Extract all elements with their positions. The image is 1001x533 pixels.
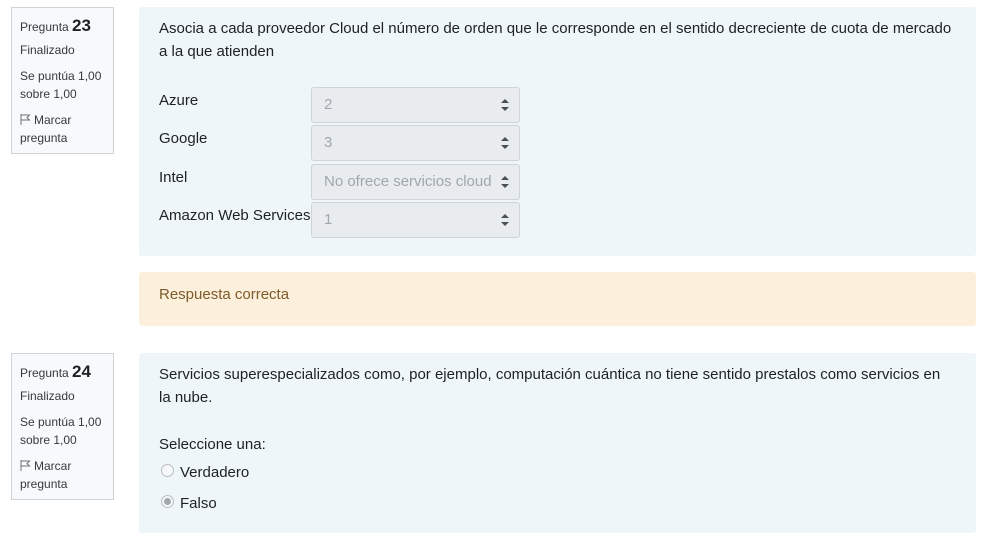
select-arrows-icon [501,176,509,188]
match-row-azure: Azure 2 [159,87,579,123]
select-arrows-icon [501,99,509,111]
match-label: Azure [159,92,199,109]
match-label: Intel [159,169,188,186]
question-grade: Se puntúa 1,00 sobre 1,00 [20,415,102,447]
question-formulation-23: Asocia a cada proveedor Cloud el número … [139,7,976,256]
select-arrows-icon [501,214,509,226]
flag-icon [20,114,31,125]
match-row-google: Google 3 [159,125,579,161]
question-info-24: Pregunta 24 Finalizado Se puntúa 1,00 so… [11,353,114,500]
question-text: Asocia a cada proveedor Cloud el número … [159,20,952,60]
match-select-aws[interactable]: 1 [311,202,520,238]
question-formulation-24: Servicios superespecializados como, por … [139,353,976,533]
question-number-value: 24 [72,362,91,381]
match-row-intel: Intel No ofrece servicios cloud [159,164,579,200]
match-select-azure[interactable]: 2 [311,87,520,123]
match-row-aws: Amazon Web Services 1 [159,202,579,238]
match-select-intel[interactable]: No ofrece servicios cloud [311,164,520,200]
answer-option-label: Falso [180,495,217,512]
select-value: 3 [324,134,333,151]
select-value: No ofrece servicios cloud [324,173,492,190]
select-value: 1 [324,211,333,228]
answer-prompt: Seleccione una: [159,436,266,453]
flag-question-link[interactable]: Marcar pregunta [20,457,105,493]
select-arrows-icon [501,137,509,149]
flag-question-link[interactable]: Marcar pregunta [20,111,105,147]
question-state: Finalizado [20,389,75,403]
match-select-google[interactable]: 3 [311,125,520,161]
match-label: Amazon Web Services [159,207,311,224]
radio-button-checked[interactable] [161,495,174,508]
question-text: Servicios superespecializados como, por … [159,366,941,406]
question-feedback: Respuesta correcta [139,272,976,326]
radio-button[interactable] [161,464,174,477]
question-grade: Se puntúa 1,00 sobre 1,00 [20,69,102,101]
question-number-prefix: Pregunta [20,20,69,34]
question-number-value: 23 [72,16,91,35]
match-label: Google [159,130,208,147]
question-info-23: Pregunta 23 Finalizado Se puntúa 1,00 so… [11,7,114,154]
flag-icon [20,460,31,471]
select-value: 2 [324,96,333,113]
question-number: Pregunta 24 [20,362,105,382]
question-number: Pregunta 23 [20,16,105,36]
question-state: Finalizado [20,43,75,57]
answer-option-label: Verdadero [180,464,250,481]
question-number-prefix: Pregunta [20,366,69,380]
